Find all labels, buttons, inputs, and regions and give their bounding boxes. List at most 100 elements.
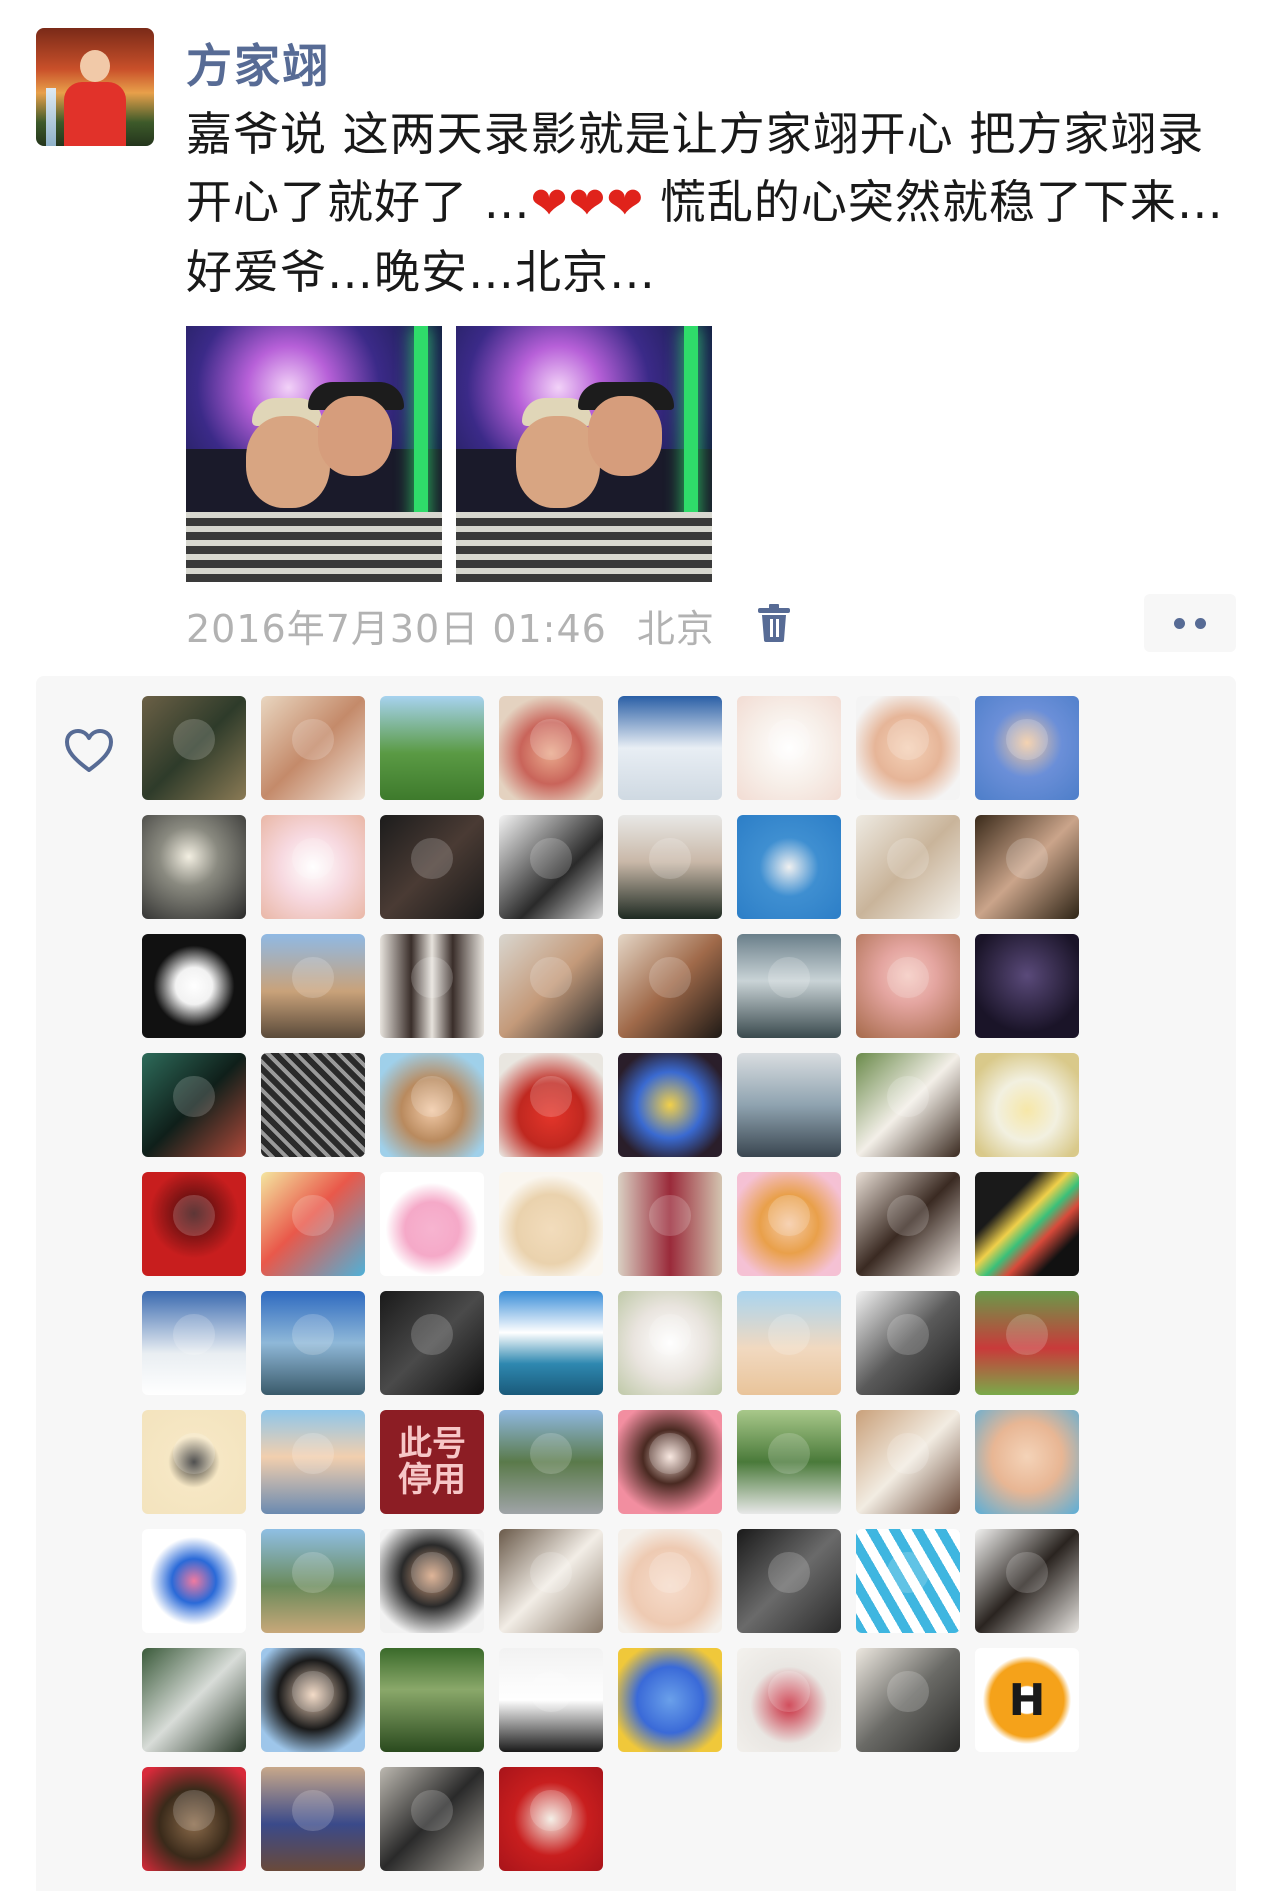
liker-avatar[interactable] — [499, 934, 603, 1038]
post-photo-1[interactable] — [186, 326, 442, 582]
liker-avatar[interactable] — [380, 934, 484, 1038]
liker-avatar[interactable] — [261, 1767, 365, 1871]
more-button[interactable] — [1144, 594, 1236, 652]
disabled-label-line2: 停用 — [398, 1460, 466, 1500]
liker-avatar[interactable] — [380, 1053, 484, 1157]
liker-avatar[interactable] — [142, 815, 246, 919]
post-photo-2[interactable] — [456, 326, 712, 582]
liker-avatar[interactable] — [618, 696, 722, 800]
liker-avatar[interactable] — [380, 1172, 484, 1276]
liker-avatar[interactable] — [261, 1529, 365, 1633]
liker-avatar[interactable] — [856, 934, 960, 1038]
heart-emojis: ❤❤❤ — [530, 178, 645, 229]
liker-avatar[interactable] — [142, 934, 246, 1038]
liker-avatar[interactable] — [737, 1529, 841, 1633]
liker-avatar[interactable] — [499, 1767, 603, 1871]
post-text: 嘉爷说 这两天录影就是让方家翊开心 把方家翊录开心了就好了 …❤❤❤ 慌乱的心突… — [186, 100, 1242, 306]
liker-avatar[interactable] — [142, 1648, 246, 1752]
liker-avatar[interactable] — [261, 1291, 365, 1395]
liker-avatar[interactable] — [737, 1410, 841, 1514]
liker-avatar[interactable] — [975, 934, 1079, 1038]
liker-avatar[interactable] — [737, 934, 841, 1038]
liker-avatar[interactable] — [380, 1767, 484, 1871]
liker-avatar[interactable] — [856, 1053, 960, 1157]
liker-avatar[interactable] — [261, 1172, 365, 1276]
liker-avatar[interactable] — [142, 1410, 246, 1514]
liker-avatar[interactable] — [380, 815, 484, 919]
liker-avatar[interactable] — [856, 1172, 960, 1276]
h-letter-icon: H — [1008, 1674, 1046, 1726]
liker-avatar[interactable] — [856, 696, 960, 800]
liker-avatar[interactable] — [380, 1648, 484, 1752]
liker-avatar[interactable] — [618, 1648, 722, 1752]
heart-outline-icon — [65, 729, 113, 772]
author-name[interactable]: 方家翊 — [186, 30, 330, 96]
liker-avatar[interactable] — [737, 815, 841, 919]
liker-avatar[interactable] — [499, 1053, 603, 1157]
liker-avatar[interactable] — [737, 696, 841, 800]
liker-avatar[interactable]: H — [975, 1648, 1079, 1752]
liker-avatar[interactable] — [142, 1291, 246, 1395]
author-avatar[interactable] — [36, 28, 154, 146]
liker-avatar[interactable] — [856, 1291, 960, 1395]
post-timestamp: 2016年7月30日 01:46 — [186, 607, 607, 651]
liker-avatar[interactable] — [499, 1172, 603, 1276]
liker-avatar[interactable] — [261, 1410, 365, 1514]
liker-avatar[interactable] — [380, 1529, 484, 1633]
liker-avatar[interactable] — [499, 1529, 603, 1633]
liker-avatar[interactable] — [618, 1053, 722, 1157]
avatar-person-head — [80, 50, 110, 82]
liker-avatar[interactable] — [618, 1172, 722, 1276]
liker-avatar[interactable] — [856, 1529, 960, 1633]
liker-avatar[interactable] — [737, 1648, 841, 1752]
liker-avatar[interactable] — [856, 815, 960, 919]
liker-avatar[interactable] — [618, 815, 722, 919]
likes-avatar-grid: 此号 停用 H — [142, 696, 1079, 1871]
liker-avatar[interactable] — [261, 1648, 365, 1752]
liker-avatar[interactable] — [142, 1053, 246, 1157]
liker-avatar[interactable] — [618, 1410, 722, 1514]
liker-avatar[interactable] — [975, 696, 1079, 800]
liker-avatar[interactable] — [142, 1529, 246, 1633]
liker-avatar[interactable] — [975, 1410, 1079, 1514]
more-dot-icon — [1195, 618, 1206, 629]
liker-avatar[interactable] — [618, 934, 722, 1038]
liker-avatar[interactable] — [499, 1410, 603, 1514]
liker-avatar[interactable] — [737, 1291, 841, 1395]
liker-avatar[interactable] — [618, 1529, 722, 1633]
more-dot-icon — [1174, 618, 1185, 629]
liker-avatar[interactable] — [499, 1291, 603, 1395]
liker-avatar[interactable] — [975, 1291, 1079, 1395]
disabled-label-line1: 此号 — [398, 1424, 466, 1464]
liker-avatar[interactable] — [261, 934, 365, 1038]
liker-avatar[interactable] — [618, 1291, 722, 1395]
trash-icon[interactable] — [758, 604, 790, 642]
photo-person-2 — [588, 396, 662, 476]
liker-avatar[interactable] — [499, 1648, 603, 1752]
waterfall-detail — [46, 88, 56, 146]
disabled-account-label: 此号 停用 — [380, 1410, 484, 1514]
liker-avatar[interactable] — [499, 696, 603, 800]
liker-avatar[interactable] — [975, 1172, 1079, 1276]
liker-avatar[interactable] — [737, 1053, 841, 1157]
post-meta: 2016年7月30日 01:46 北京 — [186, 598, 715, 653]
liker-avatar[interactable]: 此号 停用 — [380, 1410, 484, 1514]
liker-avatar[interactable] — [975, 815, 1079, 919]
avatar-person-body — [64, 82, 126, 146]
liker-avatar[interactable] — [142, 1172, 246, 1276]
liker-avatar[interactable] — [975, 1053, 1079, 1157]
liker-avatar[interactable] — [380, 1291, 484, 1395]
liker-avatar[interactable] — [975, 1529, 1079, 1633]
liker-avatar[interactable] — [856, 1648, 960, 1752]
liker-avatar[interactable] — [380, 696, 484, 800]
liker-avatar[interactable] — [142, 696, 246, 800]
liker-avatar[interactable] — [261, 696, 365, 800]
post-location[interactable]: 北京 — [637, 598, 715, 653]
liker-avatar[interactable] — [737, 1172, 841, 1276]
liker-avatar[interactable] — [261, 1053, 365, 1157]
liker-avatar[interactable] — [142, 1767, 246, 1871]
liker-avatar[interactable] — [499, 815, 603, 919]
photo-shirt — [456, 512, 712, 582]
liker-avatar[interactable] — [261, 815, 365, 919]
liker-avatar[interactable] — [856, 1410, 960, 1514]
